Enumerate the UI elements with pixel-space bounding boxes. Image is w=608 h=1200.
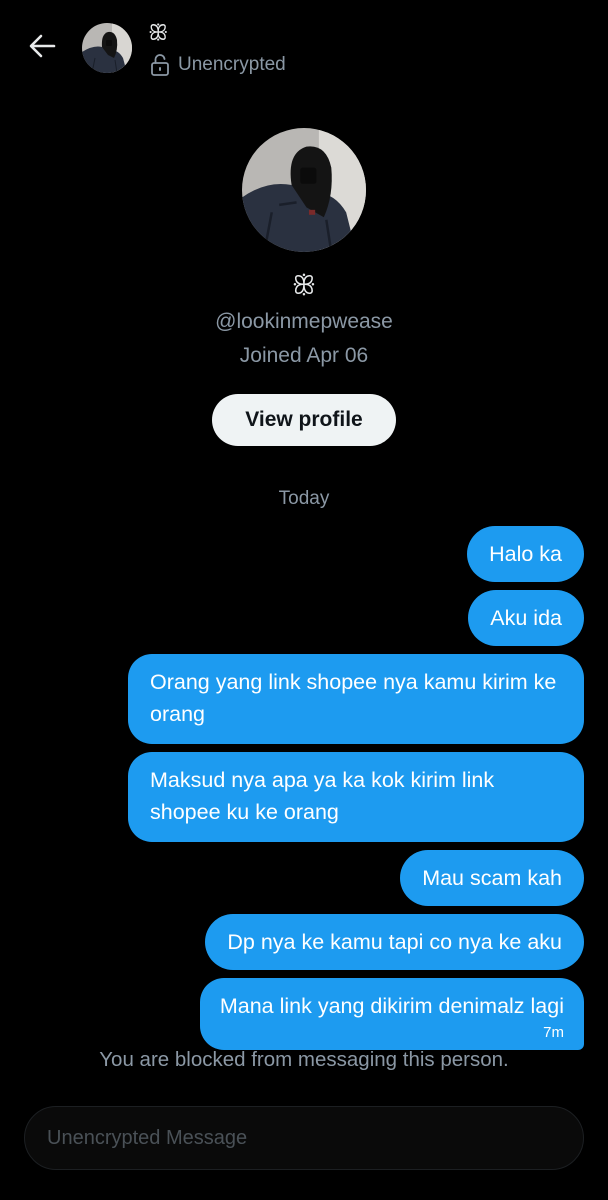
message-text: Mana link yang dikirim denimalz lagi [219, 994, 564, 1018]
avatar-image [82, 23, 132, 73]
header-display-name: ꕥ [148, 20, 169, 45]
message-bubble[interactable]: Halo ka [467, 526, 584, 582]
message-composer [24, 1106, 584, 1170]
message-bubble-latest[interactable]: Mana link yang dikirim denimalz lagi 7m [199, 978, 584, 1050]
profile-handle: @lookinmepwease [215, 310, 393, 333]
message-input[interactable] [47, 1107, 547, 1169]
encryption-status: Unencrypted [150, 54, 286, 76]
message-bubble[interactable]: Dp nya ke kamu tapi co nya ke aku [205, 914, 584, 970]
message-bubble[interactable]: Aku ida [468, 590, 584, 646]
message-bubble[interactable]: Orang yang link shopee nya kamu kirim ke… [128, 654, 584, 744]
view-profile-button[interactable]: View profile [212, 394, 396, 446]
blocked-notice: You are blocked from messaging this pers… [99, 1048, 509, 1071]
back-button[interactable] [24, 28, 60, 64]
arrow-left-icon [29, 34, 56, 58]
conversation-header: ꕥ Unencrypted [0, 0, 608, 96]
message-bubble[interactable]: Mau scam kah [400, 850, 584, 906]
profile-avatar[interactable] [242, 128, 366, 252]
avatar-image [242, 128, 366, 252]
message-list: Halo ka Aku ida Orang yang link shopee n… [24, 526, 584, 1050]
message-bubble[interactable]: Maksud nya apa ya ka kok kirim link shop… [128, 752, 584, 842]
profile-card: ꕥ @lookinmepwease Joined Apr 06 View pro… [0, 128, 608, 446]
profile-joined-date: Joined Apr 06 [239, 344, 369, 367]
date-separator: Today [278, 488, 330, 509]
encryption-status-label: Unencrypted [178, 54, 286, 75]
profile-display-name: ꕥ [291, 270, 317, 300]
header-avatar[interactable] [82, 23, 132, 73]
unlock-icon [151, 54, 169, 76]
message-timestamp: 7m [543, 1024, 564, 1041]
